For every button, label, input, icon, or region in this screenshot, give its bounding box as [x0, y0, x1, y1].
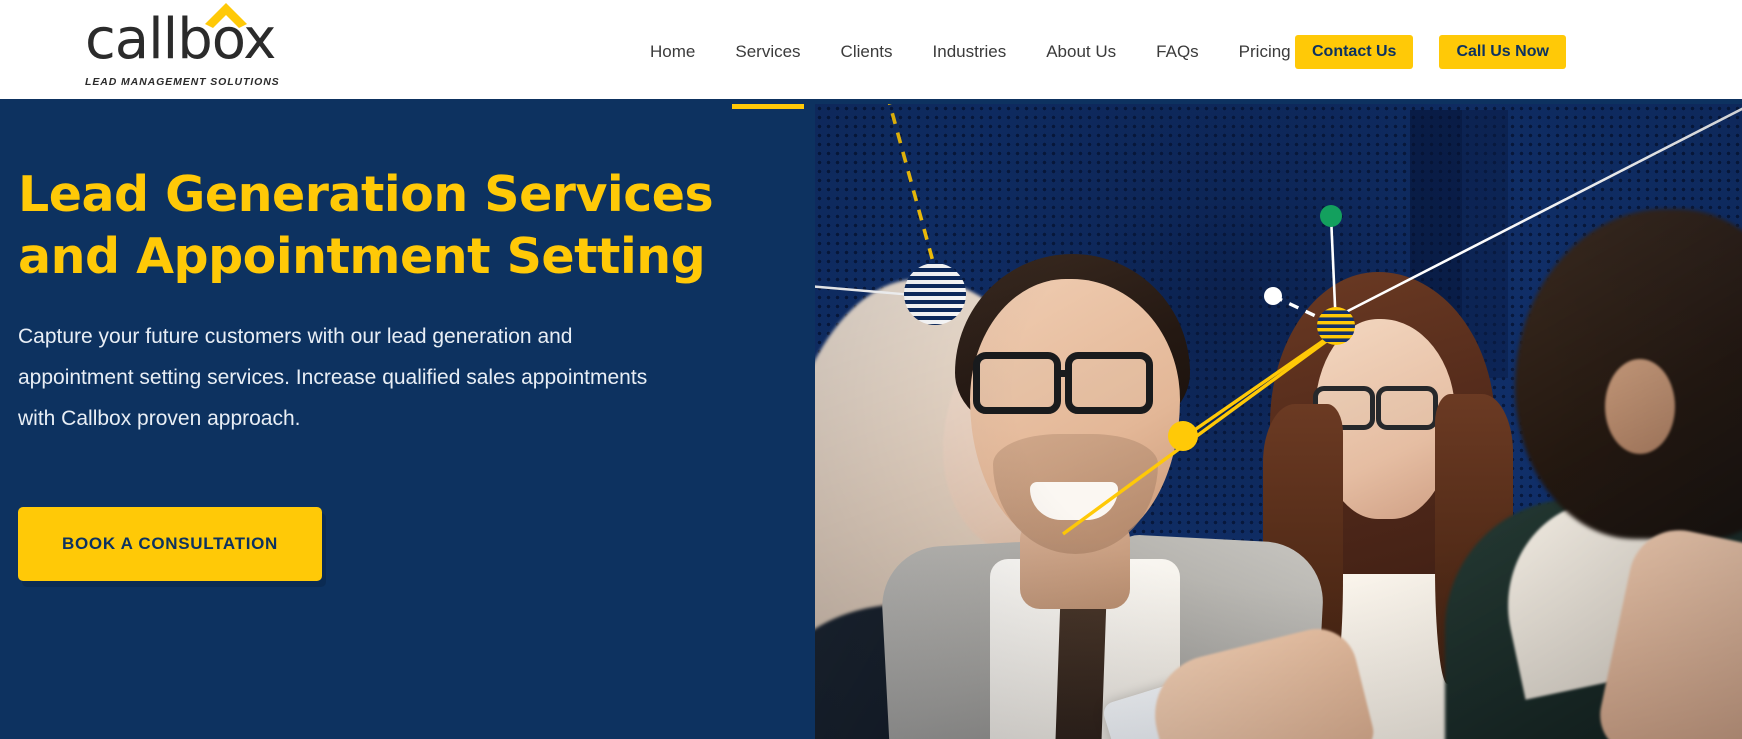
nav-item-clients[interactable]: Clients — [821, 0, 913, 104]
striped-sphere-node — [904, 263, 966, 325]
main-nav: Home Services Clients Industries About U… — [630, 0, 1311, 109]
site-header: callbox LEAD MANAGEMENT SOLUTIONS Home S… — [0, 0, 1742, 109]
landing-page: callbox LEAD MANAGEMENT SOLUTIONS Home S… — [0, 0, 1742, 739]
yellow-dashed-line — [887, 104, 937, 270]
header-cta-group: Contact Us Call Us Now — [1295, 0, 1566, 104]
page-title-line-1: Lead Generation Services — [18, 166, 714, 223]
hero-copy-panel: Lead Generation Services and Appointment… — [0, 104, 815, 739]
yellow-solid-line — [1182, 330, 1337, 440]
nav-item-home[interactable]: Home — [630, 0, 715, 104]
logo[interactable]: callbox LEAD MANAGEMENT SOLUTIONS — [85, 3, 280, 88]
hero-section: Lead Generation Services and Appointment… — [0, 104, 1742, 739]
white-solid-line-right — [1341, 107, 1742, 316]
network-graphic-overlay — [815, 104, 1742, 536]
logo-tagline: LEAD MANAGEMENT SOLUTIONS — [85, 76, 280, 88]
hero-subtitle: Capture your future customers with our l… — [18, 325, 648, 430]
nav-item-industries[interactable]: Industries — [913, 0, 1027, 104]
nav-item-faqs[interactable]: FAQs — [1136, 0, 1219, 104]
yellow-solid-line-down — [1061, 332, 1338, 536]
chevron-up-icon — [205, 3, 247, 28]
yellow-dot-node — [1168, 421, 1198, 451]
page-title: Lead Generation Services and Appointment… — [18, 164, 738, 288]
hero-photo — [815, 104, 1742, 739]
nav-item-services[interactable]: Services — [715, 0, 820, 109]
green-dot-node — [1320, 205, 1342, 227]
page-title-line-2: and Appointment Setting — [18, 228, 706, 285]
book-a-consultation-button[interactable]: BOOK A CONSULTATION — [18, 507, 323, 581]
nav-item-about-us[interactable]: About Us — [1026, 0, 1136, 104]
contact-us-button[interactable]: Contact Us — [1295, 35, 1414, 69]
yellow-striped-node — [1317, 307, 1355, 345]
call-us-now-button[interactable]: Call Us Now — [1439, 35, 1566, 69]
white-dot-node — [1264, 287, 1282, 305]
